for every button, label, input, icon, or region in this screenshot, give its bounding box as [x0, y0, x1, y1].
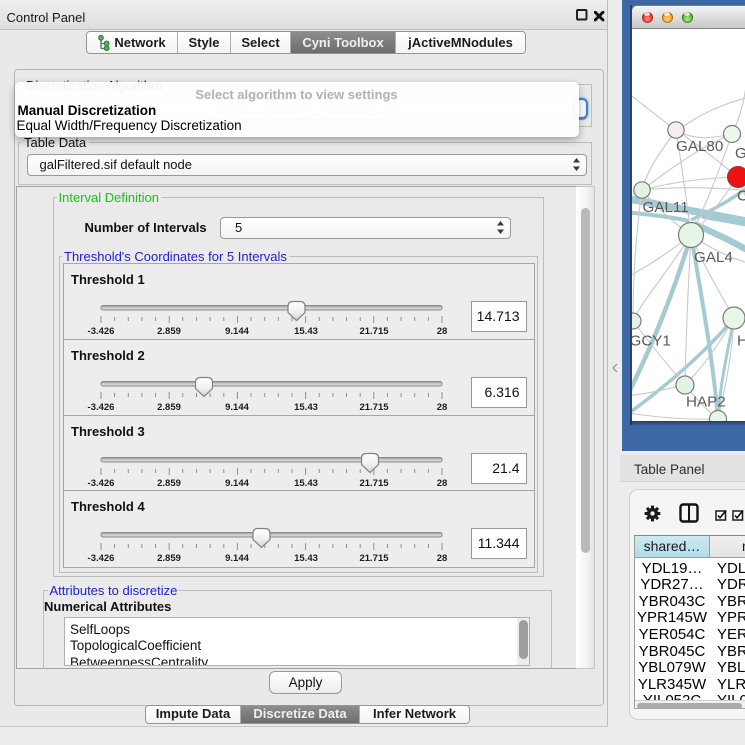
svg-text:GAL11: GAL11: [643, 199, 689, 216]
svg-text:HAP1: HAP1: [737, 333, 745, 350]
svg-text:GAL80: GAL80: [676, 138, 723, 155]
svg-text:CRP1: CRP1: [737, 188, 745, 205]
svg-text:GCY1: GCY1: [632, 333, 671, 350]
svg-text:HAP2: HAP2: [686, 394, 726, 411]
svg-text:GAL3: GAL3: [735, 145, 745, 162]
svg-text:GAL4: GAL4: [694, 249, 733, 266]
